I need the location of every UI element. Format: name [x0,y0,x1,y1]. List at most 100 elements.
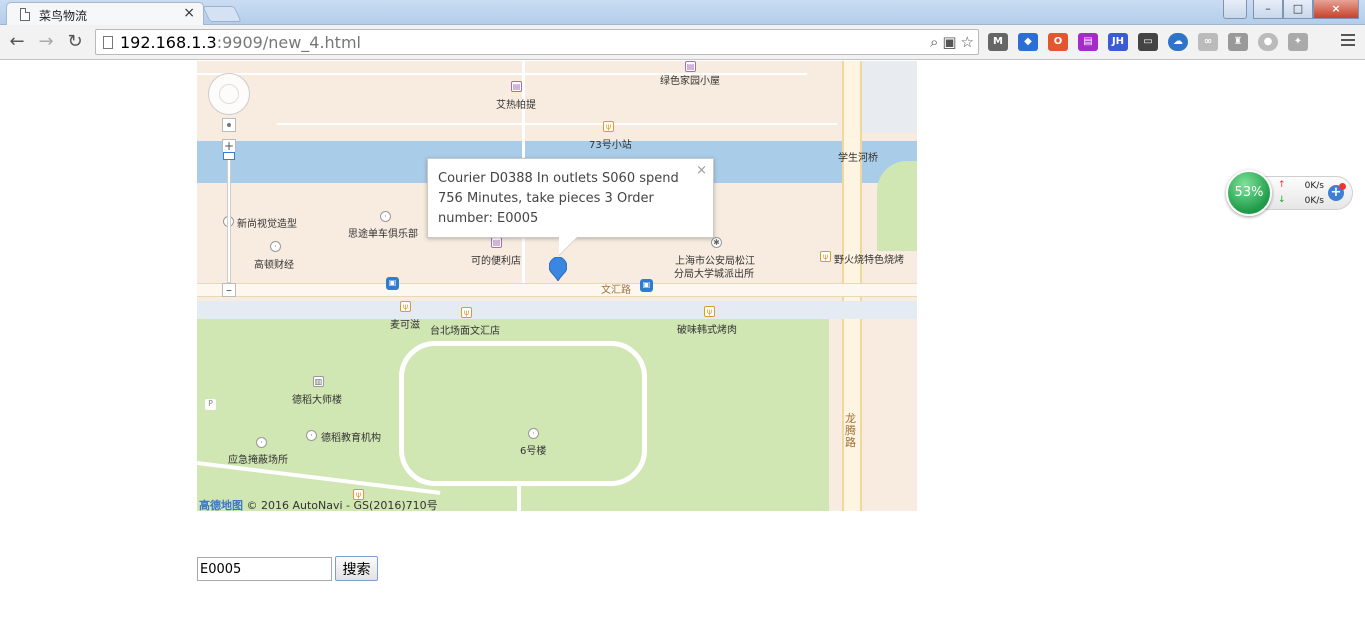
map-label: 野火烧特色烧烤 [834,255,904,266]
map-block [862,61,917,133]
extension-icon[interactable]: ▤ [1078,33,1098,51]
restaurant-icon[interactable]: ψ [704,306,715,317]
zoom-icon[interactable]: ⌕ [930,33,938,51]
browser-toolbar: ← → ↻ 192.168.1.3:9909/new_4.html ⌕ ▣ ☆ … [0,25,1365,60]
road-strip [197,301,917,319]
road [277,123,837,125]
extension-icon[interactable]: ♜ [1228,33,1248,51]
extension-icon[interactable]: ◆ [1018,33,1038,51]
menu-icon[interactable] [1341,34,1355,49]
map-label: 德稻大师楼 [292,395,342,406]
map-copyright: 高德地图 © 2016 AutoNavi - GS(2016)710号 [199,497,438,511]
zoom-slider-handle[interactable] [223,152,235,160]
search-button[interactable]: 搜索 [335,556,378,581]
police-icon[interactable]: ✱ [711,237,722,248]
shop-icon[interactable]: ▤ [685,61,696,72]
extension-icon[interactable]: ▭ [1138,33,1158,51]
poi-icon[interactable]: · [256,437,267,448]
extension-icons: M ◆ O ▤ JH ▭ ☁ ∞ ♜ ● ✦ [988,33,1308,51]
map-pan-control[interactable] [208,73,250,115]
locate-button[interactable] [222,118,236,132]
map-label: 绿色家园小屋 [660,76,720,87]
back-arrow-icon[interactable]: ← [6,31,28,53]
map-label: 可的便利店 [471,256,521,267]
new-tab-button[interactable] [202,6,242,22]
restaurant-icon[interactable]: ψ [820,251,831,262]
tab-close-icon[interactable]: × [183,5,195,21]
map-label: 分局大学城派出所 [674,269,754,280]
map-label: 73号小站 [589,140,632,151]
map-label: 思途单车俱乐部 [348,229,418,240]
poi-icon[interactable]: · [528,428,539,439]
map-brand-logo: 高德地图 [199,499,243,511]
gamepad-extension-icon[interactable]: ✦ [1288,33,1308,51]
window-controls: – □ × [1223,0,1359,19]
shop-icon[interactable]: ▤ [511,81,522,92]
order-search-input[interactable] [197,557,332,581]
poi-icon[interactable]: · [306,430,317,441]
forward-arrow-icon[interactable]: → [35,31,57,53]
maximize-button[interactable]: □ [1283,0,1313,19]
zoom-slider[interactable] [227,153,231,283]
mail-extension-icon[interactable]: M [988,33,1008,51]
shop-icon[interactable]: ▤ [491,237,502,248]
url-text[interactable]: 192.168.1.3:9909/new_4.html [120,33,361,52]
poi-icon[interactable]: · [270,241,281,252]
info-window-pointer [559,237,577,255]
download-speed: 0K/s [1304,196,1324,206]
upload-speed: 0K/s [1304,181,1324,191]
map-marker-icon[interactable] [549,257,567,281]
info-window-close-icon[interactable]: × [696,161,707,181]
memory-usage-ball[interactable]: 53% [1226,170,1272,216]
map-label: 新尚视觉造型 [237,219,297,230]
zoom-out-button[interactable]: – [222,283,236,297]
cloud-extension-icon[interactable]: ☁ [1168,33,1188,51]
map-label: 麦可滋 [390,320,420,331]
map-label: 德稻教育机构 [321,433,381,444]
bus-stop-icon[interactable]: ▣ [386,277,399,290]
page-icon [103,36,113,49]
poi-icon[interactable]: · [380,211,391,222]
map-label: 6号楼 [520,446,547,457]
parking-icon[interactable]: P [205,399,216,410]
browser-titlebar: 菜鸟物流 × – □ × [0,0,1365,26]
park-area-east [877,161,917,251]
network-speed-widget[interactable]: 53% ↑ 0K/s ↓ 0K/s + [1226,170,1353,216]
restaurant-icon[interactable]: ψ [461,307,472,318]
jh-extension-icon[interactable]: JH [1108,33,1128,51]
reload-icon[interactable]: ↻ [64,31,86,53]
minimize-button[interactable]: – [1253,0,1283,19]
map-label: 艾热帕提 [496,100,536,111]
restaurant-icon[interactable]: ψ [603,121,614,132]
copyright-text: © 2016 AutoNavi - GS(2016)710号 [246,499,438,511]
map-label: 台北场面文汇店 [430,326,500,337]
address-bar[interactable]: 192.168.1.3:9909/new_4.html ⌕ ▣ ☆ [95,29,979,55]
map-label: 破味韩式烤肉 [677,325,737,336]
notification-dot [1339,183,1346,190]
page-icon [20,8,30,21]
info-window-text: Courier D0388 In outlets S060 spend 756 … [438,171,679,226]
close-window-button[interactable]: × [1313,0,1359,19]
tab-title: 菜鸟物流 [39,9,88,23]
zoom-in-button[interactable]: + [222,139,236,153]
wenhui-road [197,283,917,297]
map-label: 高顿财经 [254,260,294,271]
map-container[interactable]: ▤ ▤ ψ · · · ▤ ✱ ψ ▣ ▣ ψ ψ ψ ▥ P · · · ψ … [197,61,917,511]
extension-icon[interactable]: ∞ [1198,33,1218,51]
map-road-label: 龙 腾 路 [845,412,856,449]
road [517,486,521,511]
browser-tab[interactable]: 菜鸟物流 × [6,2,204,26]
translate-icon[interactable]: ▣ [942,33,956,51]
map-label: 学生河桥 [838,153,878,164]
map-road-label: 文汇路 [601,285,631,296]
map-label: 应急掩蔽场所 [228,455,288,466]
bookmark-star-icon[interactable]: ☆ [961,33,974,51]
map-info-window: Courier D0388 In outlets S060 spend 756 … [427,158,714,238]
office-extension-icon[interactable]: O [1048,33,1068,51]
bus-stop-icon[interactable]: ▣ [640,279,653,292]
building-icon[interactable]: ▥ [313,376,324,387]
running-track [399,341,647,486]
extension-icon[interactable]: ● [1258,33,1278,51]
user-icon[interactable] [1223,0,1247,19]
restaurant-icon[interactable]: ψ [400,301,411,312]
